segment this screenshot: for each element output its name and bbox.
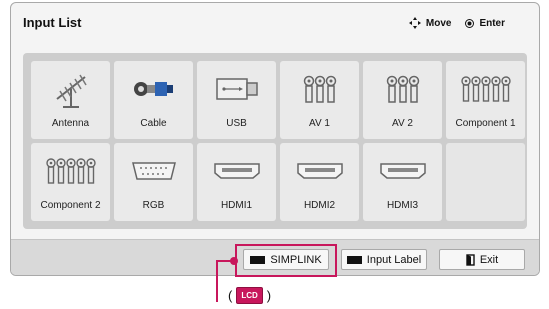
input-label: Component 2 [40,200,101,211]
input-list-panel: Input List Move Enter Antenna Cable USB … [10,2,540,276]
input-label-button-label: Input Label [366,253,422,266]
move-hint-label: Move [425,17,452,29]
callout-dot [230,257,238,265]
input-label: HDMI1 [220,200,253,211]
usb-icon [215,78,258,100]
lcd-note: ( LCD ) [228,287,271,304]
exit-button[interactable]: Exit [439,249,525,270]
input-tile-cable[interactable]: Cable [114,61,193,139]
cable-icon [133,82,173,96]
lcd-open-paren: ( [228,288,233,303]
enter-hint: Enter [465,18,505,29]
lcd-close-paren: ) [266,288,272,303]
input-label: AV 1 [309,118,330,129]
input-label: USB [226,118,247,129]
input-tile-hdmi3[interactable]: HDMI3 [363,143,442,221]
callout-leader-vertical [216,260,218,302]
component-jacks-icon [460,76,511,102]
exit-door-icon [466,253,475,266]
hdmi-port-icon [213,163,260,179]
input-label: Cable [140,118,167,129]
input-tile-component1[interactable]: Component 1 [446,61,525,139]
input-tile-antenna[interactable]: Antenna [31,61,110,139]
input-grid: Antenna Cable USB AV 1 AV 2 Component 1 … [23,53,527,229]
enter-hint-label: Enter [479,17,505,29]
panel-header: Input List Move Enter [11,3,539,43]
exit-label: Exit [479,253,499,266]
hdmi-port-icon [379,163,426,179]
input-label: Component 1 [455,118,516,129]
input-tile-usb[interactable]: USB [197,61,276,139]
input-label: HDMI3 [386,200,419,211]
input-tile-component2[interactable]: Component 2 [31,143,110,221]
rgb-port-icon [131,162,176,180]
input-label: RGB [142,200,165,211]
page-title: Input List [23,15,82,30]
input-label: AV 2 [392,118,413,129]
lcd-badge: LCD [236,287,263,304]
empty-tile [446,143,525,221]
move-hint: Move [408,17,452,29]
simplink-callout-box [235,244,337,277]
input-tile-rgb[interactable]: RGB [114,143,193,221]
av-jacks-icon [303,75,336,103]
input-label: Antenna [51,118,90,129]
av-jacks-icon [386,75,419,103]
navigation-hints: Move Enter [408,17,505,29]
input-tile-hdmi2[interactable]: HDMI2 [280,143,359,221]
input-tile-av2[interactable]: AV 2 [363,61,442,139]
enter-button-icon [465,18,475,28]
input-tile-hdmi1[interactable]: HDMI1 [197,143,276,221]
move-arrows-icon [408,17,421,29]
antenna-icon [55,74,87,108]
input-label: HDMI2 [303,200,336,211]
black-key-icon [346,255,362,264]
hdmi-port-icon [296,163,343,179]
input-tile-av1[interactable]: AV 1 [280,61,359,139]
component-jacks-icon [45,158,96,184]
input-label-button[interactable]: Input Label [341,249,427,270]
